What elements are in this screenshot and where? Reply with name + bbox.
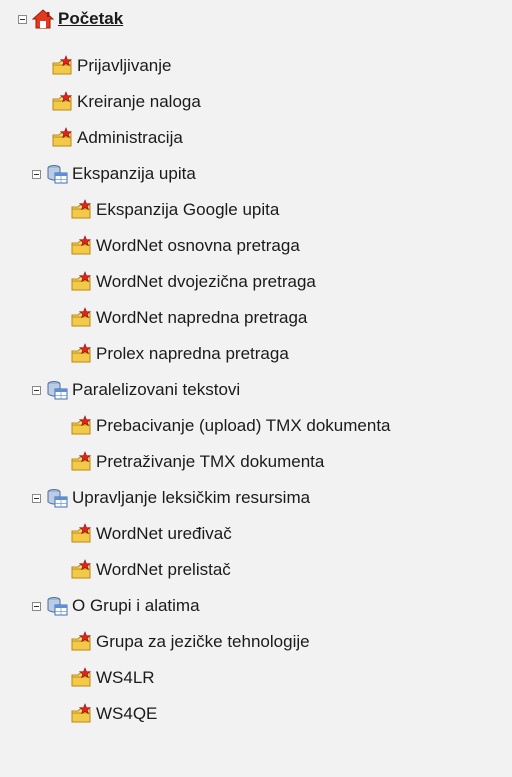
tree-leaf[interactable]: Kreiranje naloga <box>51 88 201 116</box>
tree-group[interactable]: Upravljanje leksičkim resursima <box>32 484 310 512</box>
tree-group[interactable]: O Grupi i alatima <box>32 592 200 620</box>
folder-star-icon <box>70 415 92 437</box>
tree-leaf[interactable]: Prolex napredna pretraga <box>70 340 289 368</box>
tree-group[interactable]: Paralelizovani tekstovi <box>32 376 240 404</box>
tree-leaf-label[interactable]: Administracija <box>77 128 183 148</box>
database-table-icon <box>46 595 68 617</box>
tree-leaf-label[interactable]: Kreiranje naloga <box>77 92 201 112</box>
folder-star-icon <box>70 235 92 257</box>
tree-group-label[interactable]: Paralelizovani tekstovi <box>72 380 240 400</box>
database-table-icon <box>46 163 68 185</box>
tree-leaf[interactable]: WordNet uređivač <box>70 520 232 548</box>
tree-leaf[interactable]: Grupa za jezičke tehnologije <box>70 628 310 656</box>
tree-leaf[interactable]: Prijavljivanje <box>51 52 171 80</box>
folder-star-icon <box>70 307 92 329</box>
collapse-toggle[interactable] <box>32 385 41 395</box>
tree-leaf-label[interactable]: WordNet dvojezična pretraga <box>96 272 316 292</box>
folder-star-icon <box>70 703 92 725</box>
tree-leaf-label[interactable]: WordNet uređivač <box>96 524 232 544</box>
tree-leaf[interactable]: WordNet prelistač <box>70 556 231 584</box>
tree-root[interactable]: Početak <box>18 5 123 33</box>
tree-leaf-label[interactable]: WordNet prelistač <box>96 560 231 580</box>
folder-star-icon <box>70 343 92 365</box>
database-table-icon <box>46 487 68 509</box>
tree-group-label[interactable]: Upravljanje leksičkim resursima <box>72 488 310 508</box>
navigation-tree: Početak Prijavljivanje Kreiranje naloga … <box>0 0 512 777</box>
folder-star-icon <box>51 55 73 77</box>
home-icon <box>32 8 54 30</box>
collapse-toggle[interactable] <box>32 169 41 179</box>
tree-leaf[interactable]: WS4QE <box>70 700 157 728</box>
tree-leaf[interactable]: Pretraživanje TMX dokumenta <box>70 448 324 476</box>
folder-star-icon <box>51 91 73 113</box>
tree-leaf-label[interactable]: Prebacivanje (upload) TMX dokumenta <box>96 416 391 436</box>
tree-leaf-label[interactable]: Prolex napredna pretraga <box>96 344 289 364</box>
tree-group-label[interactable]: O Grupi i alatima <box>72 596 200 616</box>
tree-leaf[interactable]: WS4LR <box>70 664 155 692</box>
tree-group[interactable]: Ekspanzija upita <box>32 160 196 188</box>
tree-leaf-label[interactable]: Ekspanzija Google upita <box>96 200 279 220</box>
folder-star-icon <box>70 451 92 473</box>
folder-star-icon <box>51 127 73 149</box>
folder-star-icon <box>70 631 92 653</box>
tree-leaf[interactable]: Administracija <box>51 124 183 152</box>
folder-star-icon <box>70 199 92 221</box>
tree-group-label[interactable]: Ekspanzija upita <box>72 164 196 184</box>
tree-root-label[interactable]: Početak <box>58 9 123 29</box>
collapse-toggle[interactable] <box>32 493 41 503</box>
folder-star-icon <box>70 271 92 293</box>
tree-leaf-label[interactable]: WS4LR <box>96 668 155 688</box>
tree-leaf-label[interactable]: Grupa za jezičke tehnologije <box>96 632 310 652</box>
tree-leaf[interactable]: WordNet dvojezična pretraga <box>70 268 316 296</box>
collapse-toggle[interactable] <box>18 14 27 24</box>
tree-leaf[interactable]: Ekspanzija Google upita <box>70 196 279 224</box>
tree-leaf-label[interactable]: Pretraživanje TMX dokumenta <box>96 452 324 472</box>
collapse-toggle[interactable] <box>32 601 41 611</box>
tree-leaf[interactable]: WordNet napredna pretraga <box>70 304 307 332</box>
tree-leaf-label[interactable]: Prijavljivanje <box>77 56 171 76</box>
tree-leaf-label[interactable]: WordNet osnovna pretraga <box>96 236 300 256</box>
folder-star-icon <box>70 523 92 545</box>
tree-leaf-label[interactable]: WS4QE <box>96 704 157 724</box>
tree-leaf[interactable]: Prebacivanje (upload) TMX dokumenta <box>70 412 391 440</box>
folder-star-icon <box>70 667 92 689</box>
tree-leaf-label[interactable]: WordNet napredna pretraga <box>96 308 307 328</box>
tree-leaf[interactable]: WordNet osnovna pretraga <box>70 232 300 260</box>
database-table-icon <box>46 379 68 401</box>
folder-star-icon <box>70 559 92 581</box>
